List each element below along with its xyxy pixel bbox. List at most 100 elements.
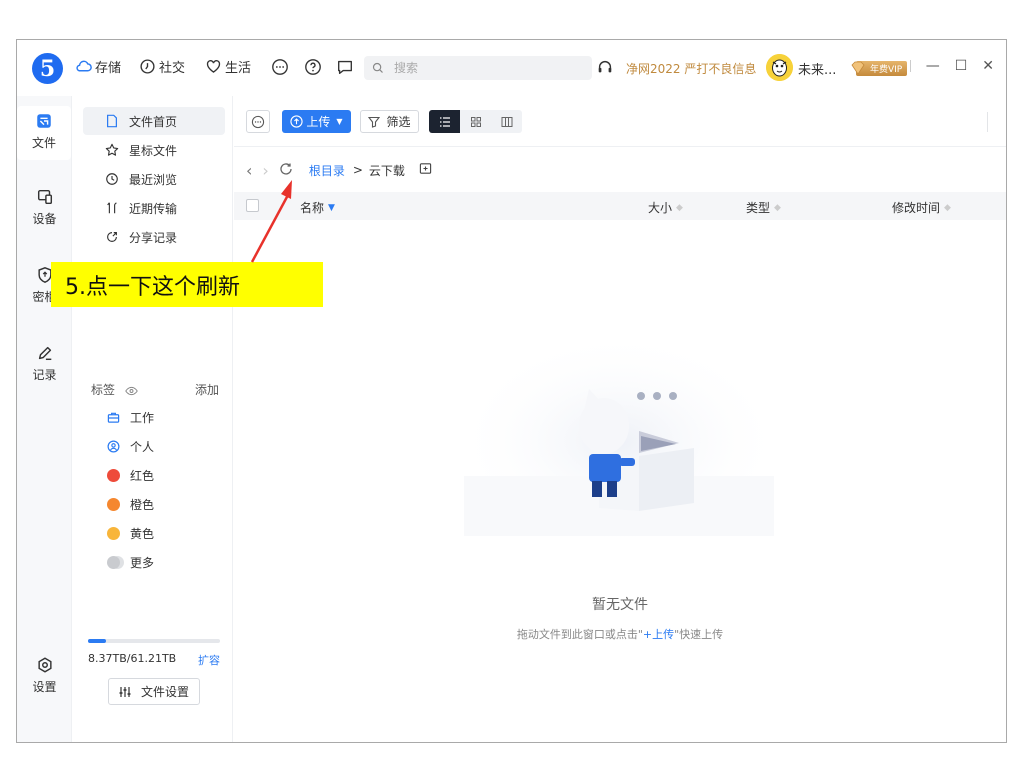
table-header: 名称 ▼ 大小 ◆ 类型 ◆ 修改时间 ◆	[234, 192, 1006, 220]
close-button[interactable]: ✕	[982, 58, 994, 74]
empty-state-title: 暂无文件	[592, 597, 648, 613]
nav-social[interactable]: 社交	[139, 57, 185, 76]
left-rail: 文件 设备 密柜 记录 设置	[17, 96, 72, 742]
tag-label: 橙色	[130, 497, 155, 512]
list-view-button[interactable]	[429, 110, 460, 133]
search-icon	[372, 62, 383, 73]
help-icon	[305, 59, 321, 75]
help-button[interactable]	[303, 57, 323, 77]
column-size[interactable]: 大小 ◆	[648, 199, 683, 216]
slide: 5 存储 社交 生活 搜索 净网2022 严打不良信息 未来... 年费VIP …	[0, 0, 1032, 774]
back-arrow-icon[interactable]: ‹	[246, 161, 252, 180]
tag-orange[interactable]: 橙色	[107, 494, 154, 514]
file-settings-button[interactable]: 文件设置	[108, 678, 200, 705]
tags-header: 标签 添加	[91, 381, 219, 398]
refresh-button[interactable]	[279, 162, 309, 179]
rail-item-settings[interactable]: 设置	[17, 656, 72, 695]
tags-title: 标签	[91, 381, 138, 398]
empty-hint-suffix: "快速上传	[674, 628, 724, 641]
caret-down-icon: ▼	[336, 117, 343, 126]
rail-item-file[interactable]: 文件	[17, 106, 71, 160]
file-settings-label: 文件设置	[140, 685, 189, 699]
storage-info: 8.37TB/61.21TB 扩容	[88, 652, 220, 668]
sliders-icon	[119, 686, 131, 697]
avatar[interactable]	[766, 54, 793, 81]
share-icon	[107, 232, 117, 242]
minimize-button[interactable]: —	[926, 58, 940, 74]
breadcrumb-separator: >	[352, 163, 363, 177]
new-folder-icon	[419, 163, 432, 174]
title-bar: 5 存储 社交 生活 搜索 净网2022 严打不良信息 未来... 年费VIP …	[17, 40, 1006, 96]
nav-life[interactable]: 生活	[205, 57, 251, 76]
maximize-button[interactable]: ☐	[955, 58, 968, 74]
rail-item-record[interactable]: 记录	[17, 344, 72, 383]
rail-file-label: 文件	[31, 136, 56, 150]
side-item-starred[interactable]: 星标文件	[83, 136, 225, 164]
vip-badge[interactable]: 年费VIP	[850, 60, 908, 76]
more-circle-icon	[272, 59, 288, 75]
search-input[interactable]	[394, 61, 574, 75]
more-button[interactable]	[270, 57, 290, 77]
toolbar-divider	[987, 112, 988, 132]
upload-link[interactable]: +上传	[643, 628, 674, 641]
gray-dot-icon	[107, 555, 120, 569]
eye-icon[interactable]	[125, 386, 138, 396]
side-item-label: 最近浏览	[129, 172, 178, 187]
tags-add-button[interactable]: 添加	[195, 381, 219, 398]
tag-yellow[interactable]: 黄色	[107, 523, 154, 543]
sort-down-icon: ▼	[328, 202, 335, 213]
diamond-icon	[851, 61, 865, 75]
person-icon	[107, 440, 120, 452]
sort-icon: ◆	[944, 202, 951, 213]
nav-storage-label: 存储	[95, 61, 122, 76]
new-folder-button[interactable]	[419, 162, 432, 178]
select-all-checkbox[interactable]	[246, 199, 259, 212]
column-modified[interactable]: 修改时间 ◆	[892, 199, 951, 216]
promo-link[interactable]: 净网2022 严打不良信息	[626, 60, 756, 77]
breadcrumb-root[interactable]: 根目录	[309, 162, 345, 179]
username[interactable]: 未来...	[798, 59, 836, 78]
search-box[interactable]	[364, 56, 592, 80]
column-view-button[interactable]	[491, 110, 522, 133]
column-type-label: 类型	[746, 201, 771, 215]
grid-view-button[interactable]	[460, 110, 491, 133]
side-item-transfer[interactable]: 近期传输	[83, 194, 225, 222]
breadcrumb-current: 云下载	[368, 163, 405, 178]
tag-personal[interactable]: 个人	[107, 436, 154, 456]
avatar-image-icon	[766, 54, 793, 81]
app-window: 5 存储 社交 生活 搜索 净网2022 严打不良信息 未来... 年费VIP …	[16, 39, 1007, 743]
grid-icon	[470, 116, 481, 127]
rail-device-label: 设备	[32, 212, 57, 226]
file-icon	[37, 114, 51, 128]
rail-item-device[interactable]: 设备	[17, 188, 72, 227]
side-item-share[interactable]: 分享记录	[83, 223, 225, 251]
side-item-recent[interactable]: 最近浏览	[83, 165, 225, 193]
filter-icon	[368, 116, 381, 128]
app-logo: 5	[32, 53, 63, 84]
side-item-label: 星标文件	[129, 143, 178, 158]
message-button[interactable]	[335, 57, 355, 77]
tag-label: 红色	[130, 468, 155, 483]
side-item-label: 近期传输	[129, 201, 178, 216]
column-name[interactable]: 名称 ▼	[300, 199, 335, 216]
message-icon	[338, 60, 352, 74]
column-type[interactable]: 类型 ◆	[746, 199, 781, 216]
empty-state-hint: 拖动文件到此窗口或点击"+上传"快速上传	[234, 626, 1006, 642]
cloud-icon	[76, 60, 92, 72]
side-item-file-home[interactable]: 文件首页	[83, 107, 225, 135]
headset-button[interactable]	[595, 57, 615, 77]
column-name-label: 名称	[300, 201, 325, 215]
nav-storage[interactable]: 存储	[75, 57, 121, 76]
nav-life-label: 生活	[225, 61, 252, 76]
more-options-button[interactable]	[246, 110, 270, 133]
tag-work[interactable]: 工作	[107, 407, 154, 427]
tag-more[interactable]: 更多	[107, 552, 154, 572]
main-area: 上传 ▼ 筛选 ‹ › 根目录 > 云下载 名称 ▼ 大小 ◆ 类型 ◆ 修改时…	[234, 96, 1006, 742]
forward-arrow-icon[interactable]: ›	[262, 161, 268, 180]
expand-link[interactable]: 扩容	[198, 652, 220, 668]
upload-button[interactable]: 上传 ▼	[282, 110, 351, 133]
heart-icon	[206, 60, 221, 73]
tag-red[interactable]: 红色	[107, 465, 154, 485]
filter-button[interactable]: 筛选	[360, 110, 419, 133]
window-controls: — ☐ ✕	[909, 58, 994, 74]
